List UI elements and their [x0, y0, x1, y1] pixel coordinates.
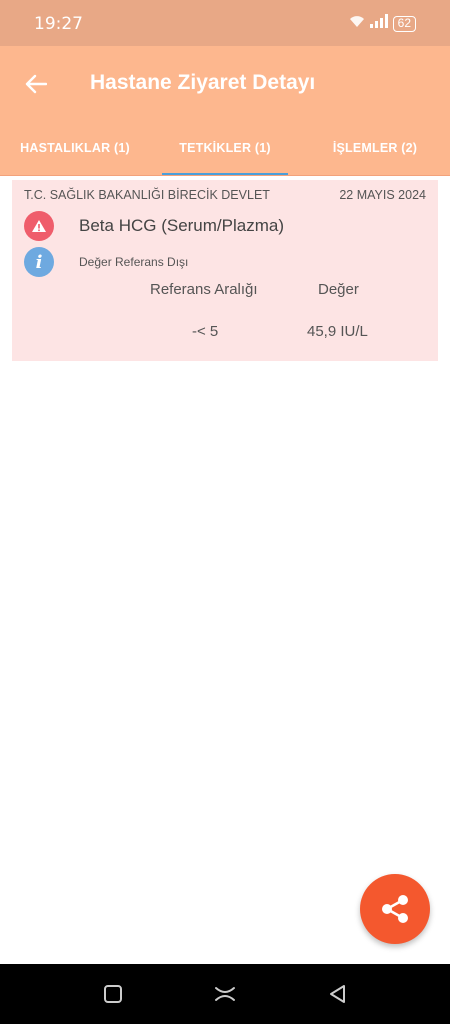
tab-hastaliklar[interactable]: HASTALIKLAR (1) [0, 130, 150, 176]
recent-apps-button[interactable] [101, 982, 125, 1006]
navigation-bar [0, 964, 450, 1024]
wifi-icon [349, 14, 365, 33]
signal-icon [369, 14, 388, 33]
share-button[interactable] [360, 874, 430, 944]
value-header: Değer [318, 281, 359, 298]
reference-range-header: Referans Aralığı [150, 281, 258, 298]
home-icon [215, 987, 235, 1001]
status-bar: 19:27 62 [0, 0, 450, 46]
tab-islemler[interactable]: İŞLEMLER (2) [300, 130, 450, 176]
reference-range-value: -< 5 [192, 323, 219, 340]
arrow-left-icon [25, 74, 47, 94]
status-time: 19:27 [34, 14, 83, 34]
page-title: Hastane Ziyaret Detayı [90, 71, 316, 94]
status-row: i Değer Referans Dışı [24, 247, 188, 277]
test-status: Değer Referans Dışı [79, 255, 189, 269]
hospital-name: T.C. SAĞLIK BAKANLIĞI BİRECİK DEVLET [24, 188, 270, 202]
share-icon [382, 895, 408, 923]
back-nav-button[interactable] [326, 982, 350, 1006]
info-icon: i [24, 247, 54, 277]
card-header: T.C. SAĞLIK BAKANLIĞI BİRECİK DEVLET 22 … [24, 188, 426, 202]
result-value: 45,9 IU/L [307, 323, 368, 340]
triangle-back-icon [330, 985, 345, 1003]
test-name: Beta HCG (Serum/Plazma) [79, 216, 284, 235]
status-icons: 62 [349, 14, 416, 33]
back-button[interactable] [20, 68, 52, 100]
test-result-card[interactable]: T.C. SAĞLIK BAKANLIĞI BİRECİK DEVLET 22 … [12, 180, 438, 361]
app-bar: Hastane Ziyaret Detayı HASTALIKLAR (1) T… [0, 46, 450, 176]
warning-icon [24, 211, 54, 241]
square-icon [104, 985, 122, 1003]
battery-icon: 62 [392, 15, 416, 32]
visit-date: 22 MAYIS 2024 [339, 188, 426, 202]
home-button[interactable] [213, 982, 237, 1006]
tab-bar: HASTALIKLAR (1) TETKİKLER (1) İŞLEMLER (… [0, 130, 450, 176]
tab-tetkikler[interactable]: TETKİKLER (1) [150, 130, 300, 176]
test-row: Beta HCG (Serum/Plazma) [24, 211, 284, 241]
